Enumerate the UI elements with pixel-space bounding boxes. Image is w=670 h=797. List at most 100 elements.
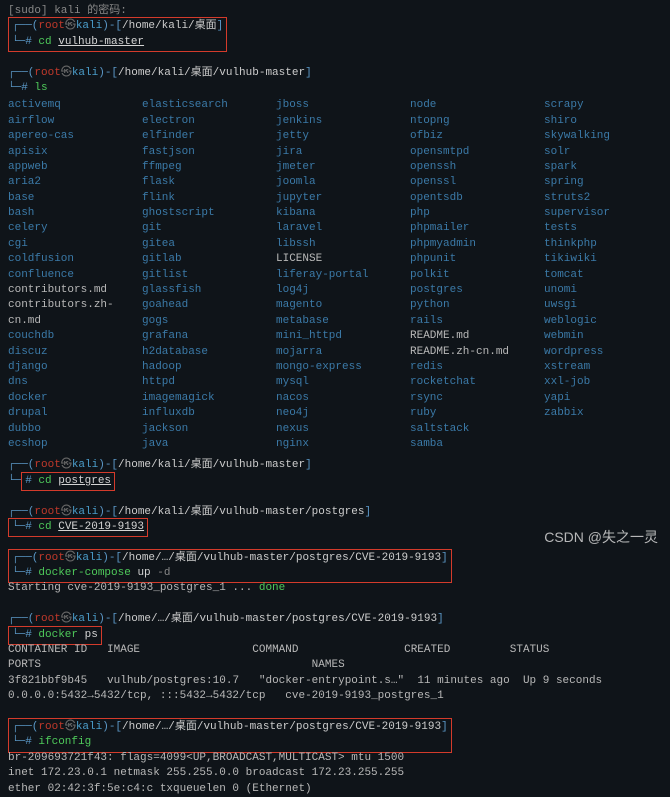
listing-item[interactable]: metabase [276,314,394,329]
listing-item[interactable]: samba [410,437,528,452]
command-docker-compose[interactable]: docker-compose [38,567,130,579]
listing-item[interactable]: phpmailer [410,221,528,236]
listing-item[interactable]: flink [142,191,260,206]
command-ifconfig[interactable]: ifconfig [38,736,91,748]
listing-item[interactable]: wordpress [544,345,662,360]
listing-item[interactable]: tomcat [544,268,662,283]
listing-item[interactable]: nexus [276,422,394,437]
listing-item[interactable]: jmeter [276,160,394,175]
listing-item[interactable]: joomla [276,175,394,190]
listing-item[interactable]: rsync [410,391,528,406]
listing-item[interactable]: saltstack [410,422,528,437]
listing-item[interactable]: openssl [410,175,528,190]
listing-item[interactable]: ghostscript [142,206,260,221]
listing-item[interactable]: shiro [544,114,662,129]
listing-item[interactable]: bash [8,206,126,221]
listing-item[interactable]: spring [544,175,662,190]
listing-item[interactable]: redis [410,360,528,375]
listing-item[interactable]: spark [544,160,662,175]
listing-item[interactable]: tikiwiki [544,252,662,267]
listing-item[interactable]: xxl-job [544,375,662,390]
listing-item[interactable]: coldfusion [8,252,126,267]
listing-item[interactable]: jetty [276,129,394,144]
listing-item[interactable]: mini_httpd [276,329,394,344]
listing-item[interactable]: activemq [8,98,126,113]
listing-item[interactable]: magento [276,298,394,313]
listing-item[interactable]: ofbiz [410,129,528,144]
listing-item[interactable]: apereo-cas [8,129,126,144]
listing-item[interactable]: jenkins [276,114,394,129]
listing-item[interactable]: opentsdb [410,191,528,206]
command-cd[interactable]: cd [38,36,51,48]
listing-item[interactable]: yapi [544,391,662,406]
listing-item[interactable]: apisix [8,145,126,160]
listing-item[interactable]: goahead [142,298,260,313]
listing-item[interactable]: weblogic [544,314,662,329]
listing-item[interactable]: dns [8,375,126,390]
listing-item[interactable]: cgi [8,237,126,252]
listing-item[interactable]: neo4j [276,406,394,421]
listing-item[interactable]: nginx [276,437,394,452]
listing-item[interactable]: gitea [142,237,260,252]
listing-item[interactable]: httpd [142,375,260,390]
listing-item[interactable]: h2database [142,345,260,360]
listing-item[interactable]: skywalking [544,129,662,144]
listing-item[interactable]: unomi [544,283,662,298]
listing-item[interactable]: drupal [8,406,126,421]
listing-item[interactable]: python [410,298,528,313]
listing-item[interactable]: couchdb [8,329,126,344]
listing-item[interactable]: dubbo [8,422,126,437]
listing-item[interactable]: opensmtpd [410,145,528,160]
listing-item[interactable]: elfinder [142,129,260,144]
listing-item[interactable]: ffmpeg [142,160,260,175]
listing-item[interactable]: confluence [8,268,126,283]
listing-item[interactable]: base [8,191,126,206]
listing-item[interactable]: uwsgi [544,298,662,313]
listing-item[interactable]: polkit [410,268,528,283]
listing-item[interactable]: webmin [544,329,662,344]
listing-item[interactable]: electron [142,114,260,129]
listing-item[interactable]: php [410,206,528,221]
listing-item[interactable]: zabbix [544,406,662,421]
listing-item[interactable]: libssh [276,237,394,252]
command-docker[interactable]: docker [38,629,78,641]
listing-item[interactable]: jackson [142,422,260,437]
listing-item[interactable]: xstream [544,360,662,375]
listing-item[interactable]: hadoop [142,360,260,375]
listing-item[interactable]: imagemagick [142,391,260,406]
listing-item[interactable]: rocketchat [410,375,528,390]
listing-item[interactable]: fastjson [142,145,260,160]
listing-item[interactable]: flask [142,175,260,190]
listing-item[interactable]: solr [544,145,662,160]
listing-item[interactable]: airflow [8,114,126,129]
listing-item[interactable]: mojarra [276,345,394,360]
listing-item[interactable]: kibana [276,206,394,221]
listing-item[interactable]: mysql [276,375,394,390]
listing-item[interactable]: discuz [8,345,126,360]
listing-item[interactable]: mongo-express [276,360,394,375]
listing-item[interactable]: laravel [276,221,394,236]
listing-item[interactable]: nacos [276,391,394,406]
listing-item[interactable]: grafana [142,329,260,344]
listing-item[interactable]: liferay-portal [276,268,394,283]
listing-item[interactable]: supervisor [544,206,662,221]
listing-item[interactable]: ruby [410,406,528,421]
listing-item[interactable]: gitlab [142,252,260,267]
listing-item[interactable]: glassfish [142,283,260,298]
listing-item[interactable]: git [142,221,260,236]
listing-item[interactable]: gitlist [142,268,260,283]
listing-item[interactable]: rails [410,314,528,329]
listing-item[interactable]: celery [8,221,126,236]
command-cd-postgres[interactable]: cd [38,475,51,487]
listing-item[interactable]: jboss [276,98,394,113]
listing-item[interactable]: docker [8,391,126,406]
listing-item[interactable]: struts2 [544,191,662,206]
listing-item[interactable]: openssh [410,160,528,175]
listing-item[interactable]: thinkphp [544,237,662,252]
listing-item[interactable]: appweb [8,160,126,175]
listing-item[interactable]: jupyter [276,191,394,206]
listing-item[interactable]: elasticsearch [142,98,260,113]
listing-item[interactable]: phpmyadmin [410,237,528,252]
listing-item[interactable]: ntopng [410,114,528,129]
command-ls[interactable]: ls [34,82,47,94]
